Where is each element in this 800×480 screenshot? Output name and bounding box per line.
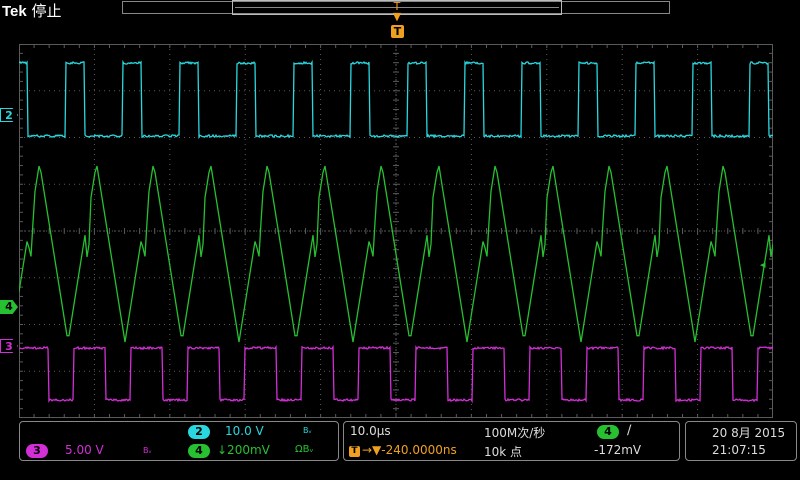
ch3-badge[interactable]: 3 [26, 444, 48, 458]
trigger-level-arrow-icon[interactable]: ◂ [760, 258, 766, 271]
acquisition-state: 停止 [32, 2, 62, 20]
vertical-settings-panel[interactable]: 2 10.0 V Bᵥ 3 5.00 V Bᵥ 4 ↓200mV ΩBᵥ [19, 421, 339, 461]
time-per-div: 10.0μs [350, 424, 391, 438]
top-status-bar: Tek 停止 T ▼ T [0, 0, 800, 20]
ch4-coupling-icon: ΩBᵥ [295, 444, 314, 455]
ch4-ground-marker[interactable]: 4 [0, 300, 18, 314]
horizontal-settings-panel[interactable]: 10.0μs T →▼-240.0000ns 100M次/秒 10k 点 4 ∕… [343, 421, 680, 461]
sample-rate: 100M次/秒 [484, 424, 545, 441]
trigger-level: -172mV [594, 443, 641, 457]
trigger-source-badge[interactable]: 4 [597, 425, 619, 439]
time-label: 21:07:15 [712, 443, 766, 457]
ch2-bandwidth-icon: Bᵥ [303, 426, 312, 435]
waveform-display[interactable] [19, 44, 773, 418]
trigger-position-icon[interactable]: T [391, 25, 404, 38]
ch4-scale: ↓200mV [217, 443, 270, 457]
ch3-ground-marker[interactable]: 3 [0, 339, 18, 353]
ch2-scale: 10.0 V [225, 424, 264, 438]
brand-logo: Tek [2, 3, 27, 20]
ch2-badge[interactable]: 2 [188, 425, 210, 439]
datetime-panel[interactable]: 20 8月 2015 21:07:15 [685, 421, 797, 461]
date-label: 20 8月 2015 [712, 424, 785, 441]
bottom-status-bar: 2 10.0 V Bᵥ 3 5.00 V Bᵥ 4 ↓200mV ΩBᵥ 10.… [0, 419, 800, 480]
ch2-ground-marker[interactable]: 2 [0, 108, 18, 122]
trigger-t-label: T [390, 2, 404, 12]
brand-label: Tek 停止 [2, 0, 62, 21]
ch4-badge[interactable]: 4 [188, 444, 210, 458]
ch3-scale: 5.00 V [65, 443, 104, 457]
trigger-t-icon: T [349, 446, 360, 457]
trigger-delay: →▼-240.0000ns [362, 443, 457, 457]
trigger-position-arrow-icon[interactable]: T ▼ [390, 2, 404, 24]
ch3-bandwidth-icon: Bᵥ [143, 446, 152, 455]
trigger-slope-icon: ∕ [627, 423, 631, 438]
record-length: 10k 点 [484, 443, 522, 460]
